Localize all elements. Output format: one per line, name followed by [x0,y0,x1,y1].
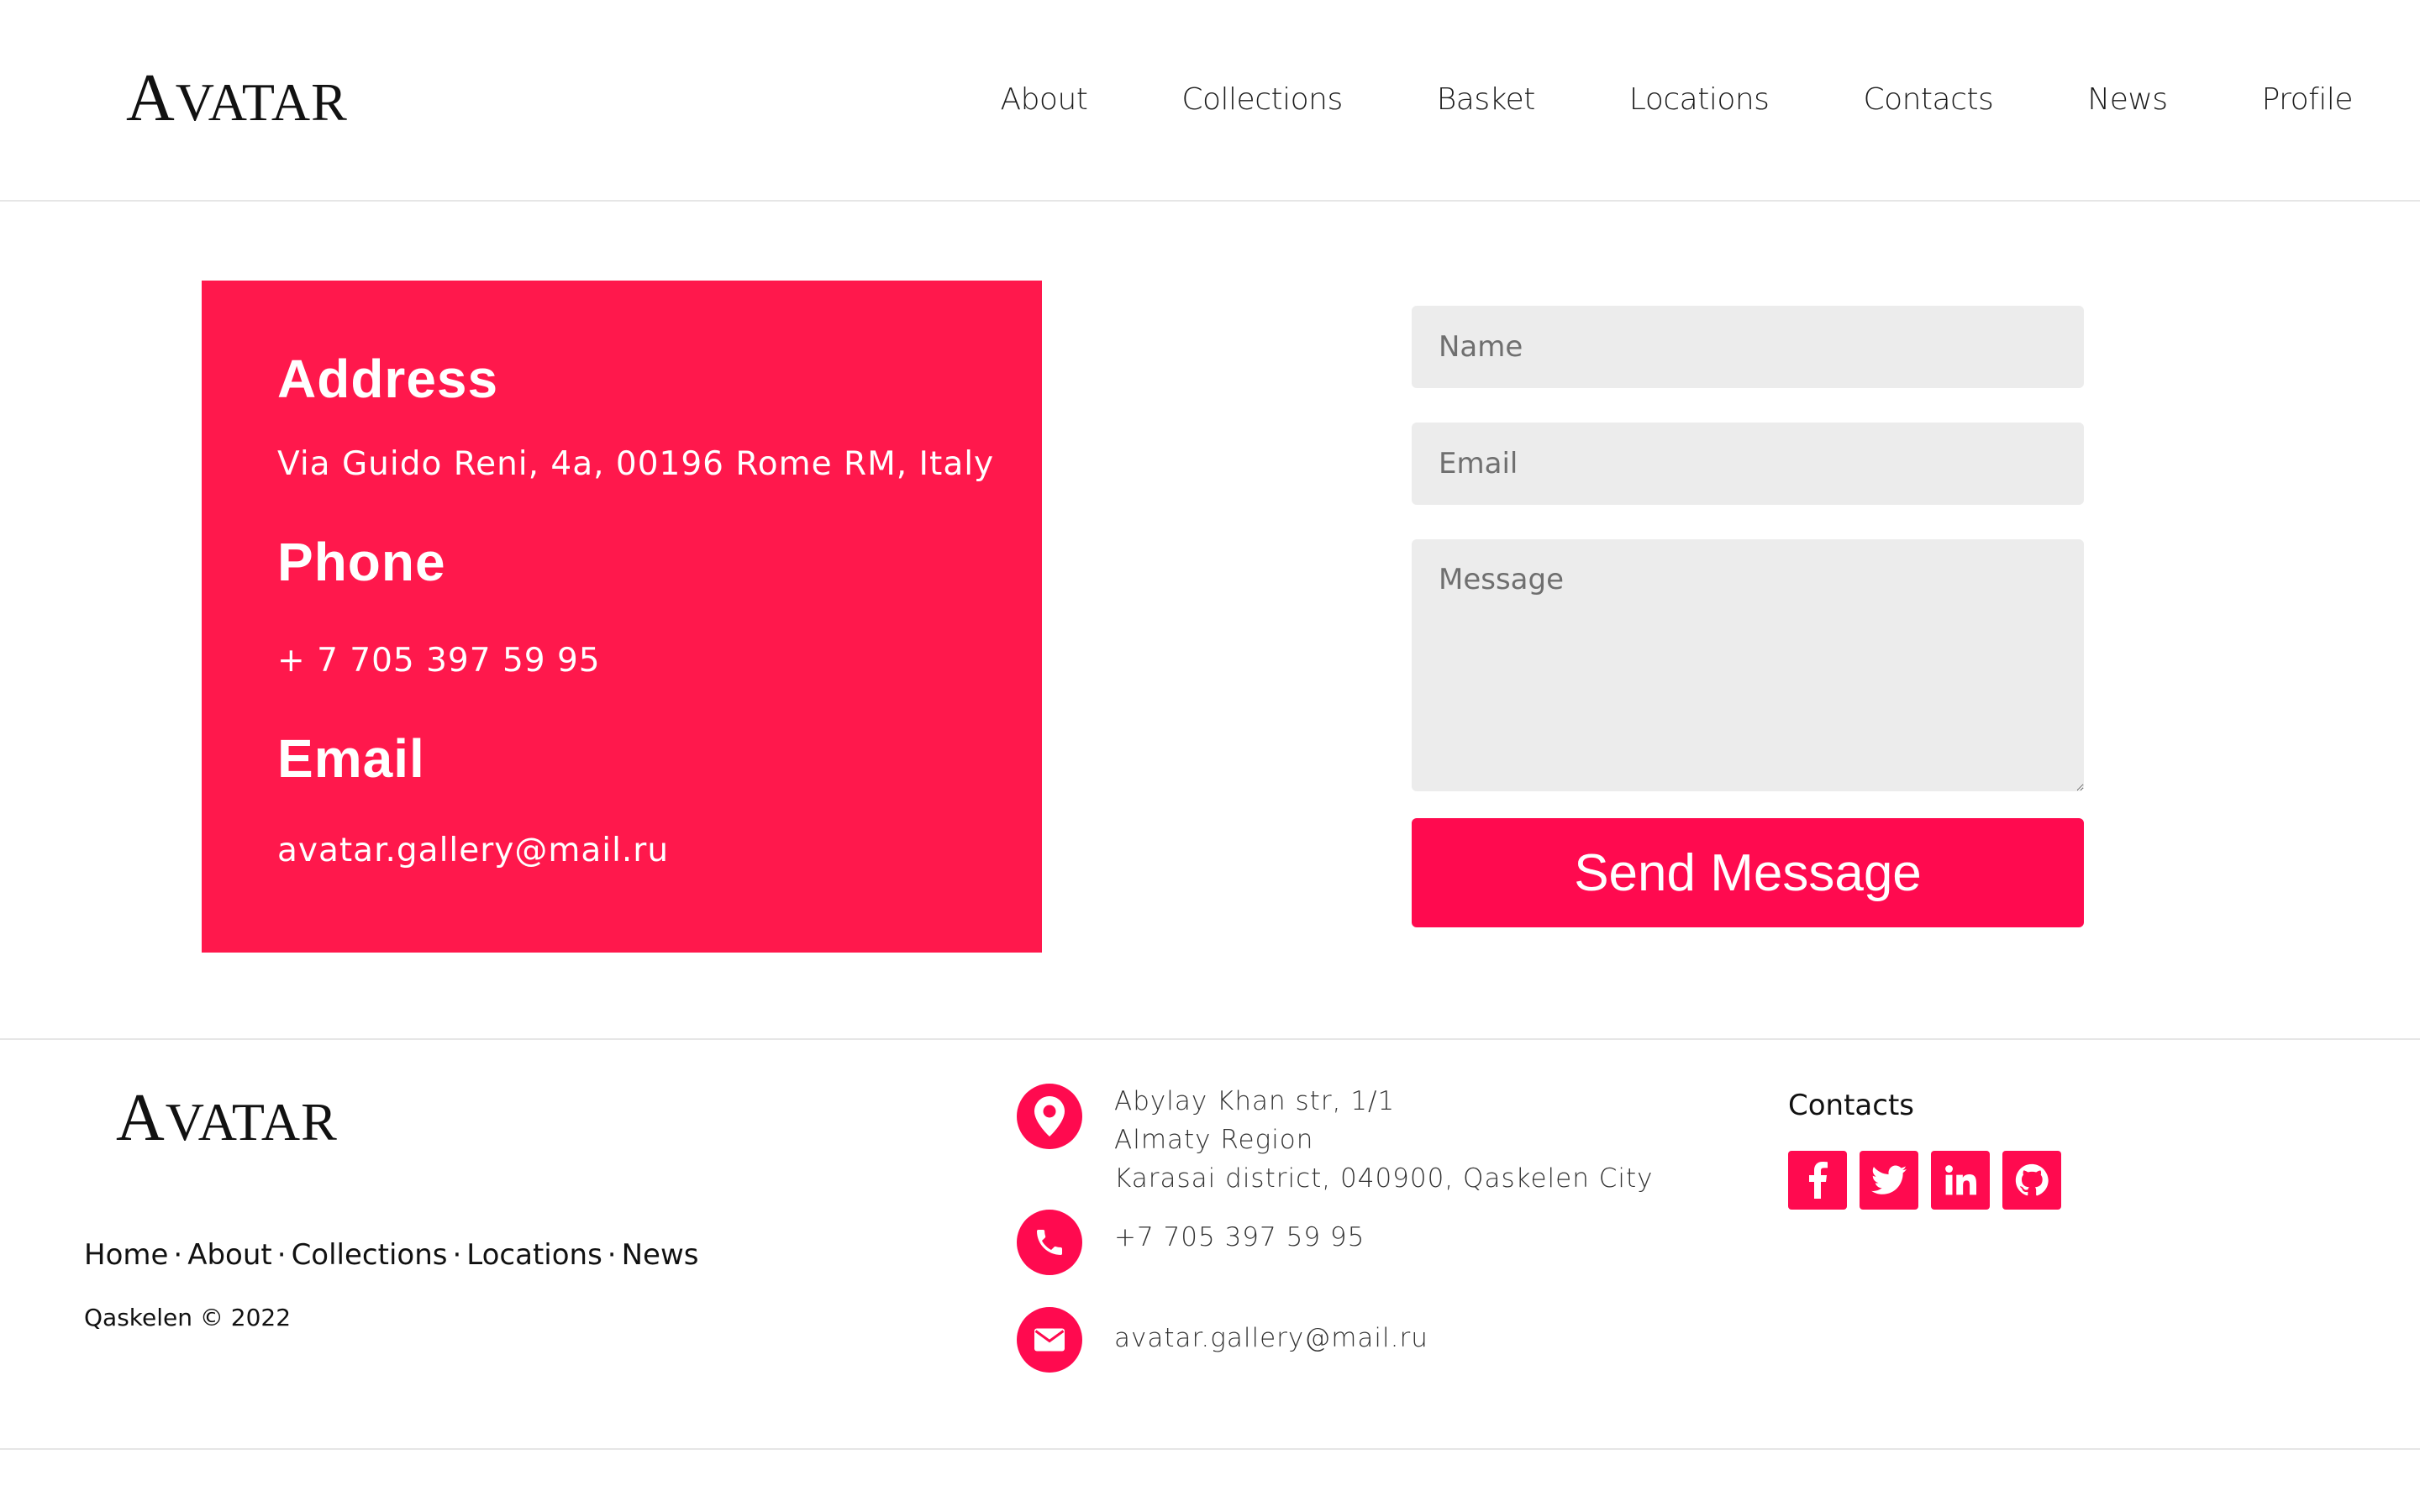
footer-link-about[interactable]: About [187,1238,272,1272]
facebook-icon[interactable] [1788,1151,1847,1210]
nav-profile[interactable]: Profile [2262,82,2354,117]
nav-basket[interactable]: Basket [1437,82,1536,117]
email-value: avatar.gallery@mail.ru [277,832,670,869]
send-message-button[interactable]: Send Message [1412,818,2084,927]
linkedin-icon[interactable] [1931,1151,1990,1210]
email-heading: Email [277,728,425,789]
github-icon[interactable] [2002,1151,2061,1210]
footer-phone: +7 705 397 59 95 [1114,1222,1365,1252]
link-separator: · [173,1238,183,1272]
envelope-icon [1017,1307,1082,1373]
footer-address: Abylay Khan str, 1/1 Almaty Region Karas… [1114,1082,1653,1198]
email-field[interactable] [1412,423,2084,505]
address-line-2: Almaty Region [1114,1125,1314,1155]
site-header: AVATAR About Collections Basket Location… [0,0,2420,202]
header-logo[interactable]: AVATAR [126,60,348,137]
footer-divider-bottom [0,1448,2420,1450]
footer-logo-initial: A [116,1081,166,1155]
phone-value: + 7 705 397 59 95 [277,642,601,680]
nav-about[interactable]: About [1000,82,1087,117]
footer-divider-top [0,1038,2420,1040]
message-field[interactable] [1412,539,2084,791]
copyright: Qaskelen © 2022 [84,1304,292,1331]
footer-link-news[interactable]: News [622,1238,699,1272]
link-separator: · [607,1238,617,1272]
logo-initial: A [126,61,176,135]
footer-links: Home · About · Collections · Locations · News [84,1238,698,1272]
footer-link-home[interactable]: Home [84,1238,168,1272]
address-line-3: Karasai district, 040900, Qaskelen City [1114,1163,1654,1194]
address-value: Via Guido Reni, 4a, 00196 Rome RM, Italy [277,445,995,483]
address-line-1: Abylay Khan str, 1/1 [1114,1086,1396,1116]
name-field[interactable] [1412,306,2084,388]
nav-locations[interactable]: Locations [1629,82,1770,117]
contacts-heading: Contacts [1788,1089,1914,1122]
phone-heading: Phone [277,532,446,592]
footer-email[interactable]: avatar.gallery@mail.ru [1114,1319,1428,1357]
footer-link-locations[interactable]: Locations [466,1238,602,1272]
phone-icon [1017,1210,1082,1275]
address-heading: Address [277,349,499,409]
nav-contacts[interactable]: Contacts [1863,82,1993,117]
link-separator: · [276,1238,287,1272]
twitter-icon[interactable] [1860,1151,1918,1210]
footer-logo[interactable]: AVATAR [116,1080,338,1157]
logo-rest: VATAR [175,72,348,132]
location-pin-icon [1017,1084,1082,1149]
link-separator: · [452,1238,462,1272]
main-nav: About Collections Basket Locations Conta… [1000,82,2353,117]
contact-info-card: Address Via Guido Reni, 4a, 00196 Rome R… [202,281,1042,953]
footer-logo-rest: VATAR [165,1092,338,1152]
nav-news[interactable]: News [2087,82,2168,117]
footer-link-collections[interactable]: Collections [292,1238,448,1272]
nav-collections[interactable]: Collections [1181,82,1343,117]
